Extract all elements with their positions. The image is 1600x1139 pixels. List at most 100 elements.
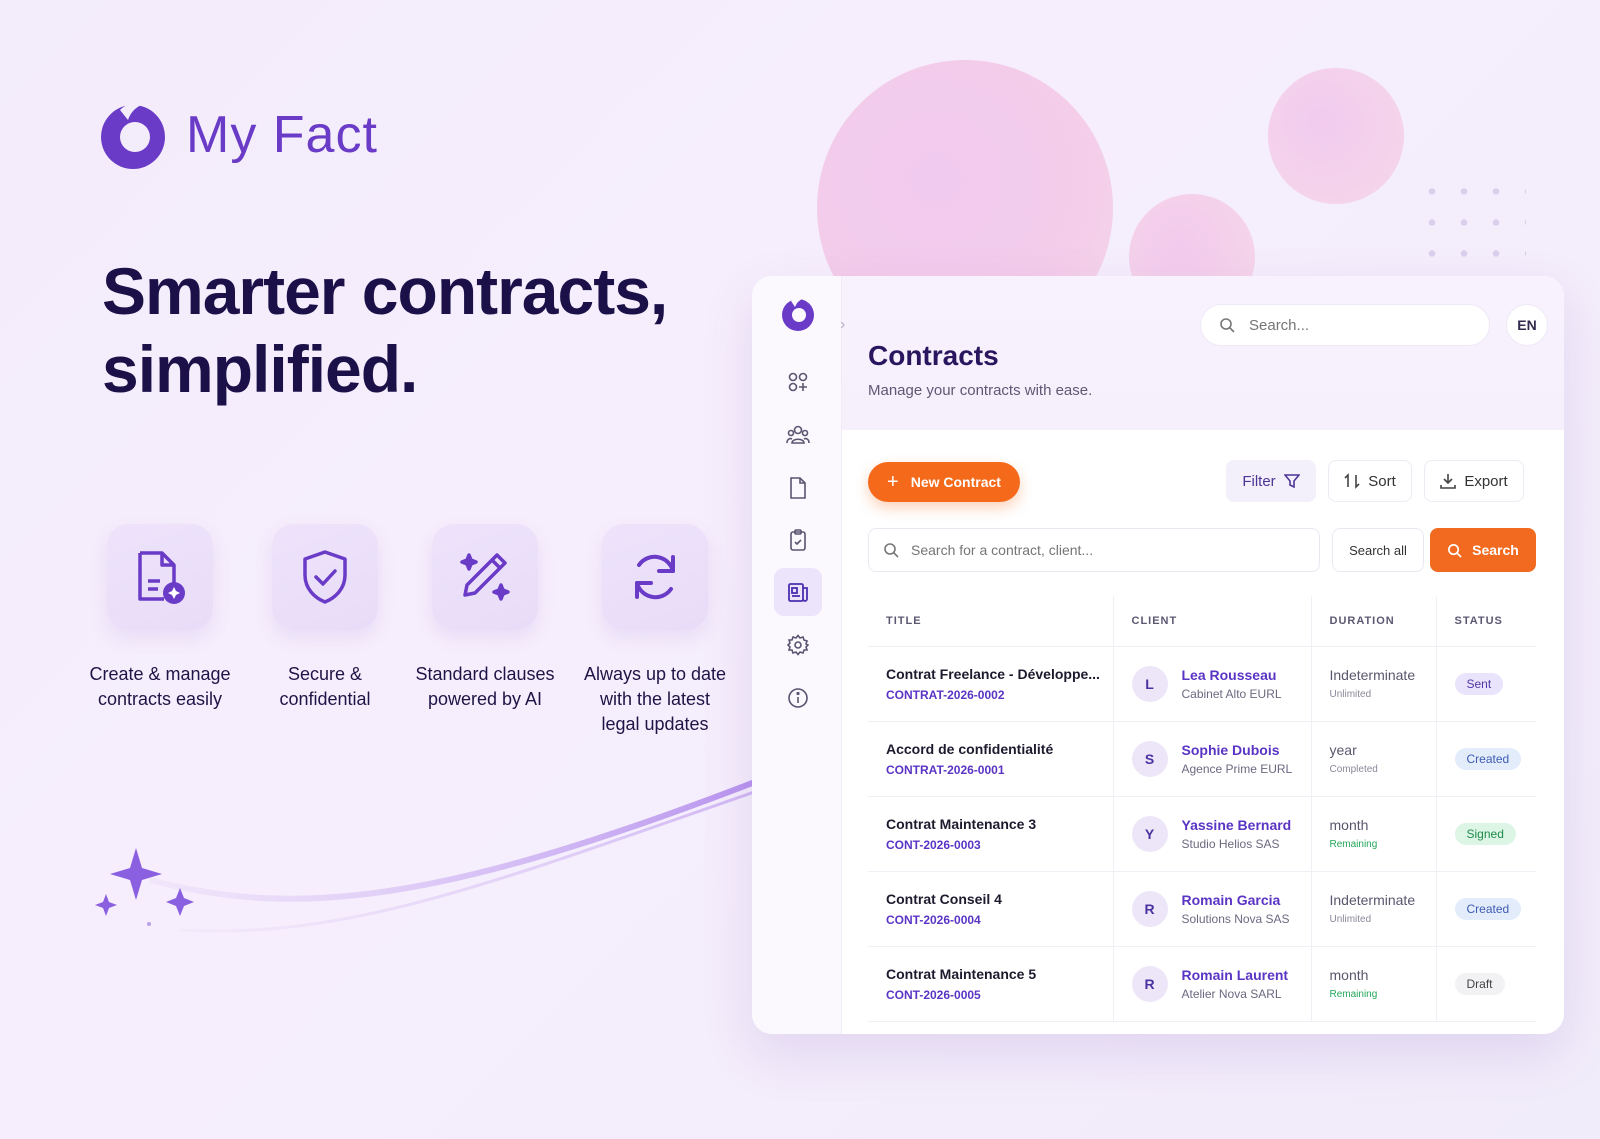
client-name[interactable]: Sophie Dubois [1182, 742, 1293, 758]
status-badge: Draft [1454, 972, 1505, 995]
sidebar-item-clients[interactable] [774, 411, 822, 459]
client-name[interactable]: Romain Laurent [1182, 967, 1289, 983]
feature-secure: Secure & confidential [240, 524, 410, 712]
brand: My Fact [98, 100, 378, 170]
contract-reference: CONT-2026-0004 [886, 912, 981, 927]
duration-detail: Remaining [1329, 989, 1378, 1000]
duration-value: Indeterminate [1329, 667, 1416, 683]
feature-ai: Standard clauses powered by AI [400, 524, 570, 712]
language-switcher[interactable]: EN [1506, 304, 1548, 346]
feature-label-line: Create & manage [89, 664, 231, 684]
cell-client: L Lea Rousseau Cabinet Alto EURL [1112, 646, 1311, 722]
page-subtitle: Manage your contracts with ease. [868, 382, 1093, 399]
app-logo-icon[interactable] [780, 296, 816, 332]
column-header-status[interactable]: STATUS [1435, 596, 1536, 647]
global-search[interactable] [1200, 304, 1490, 346]
table-row[interactable]: Contrat Freelance - Développe... CONTRAT-… [868, 646, 1536, 722]
search-icon [1448, 543, 1462, 558]
client-name[interactable]: Romain Garcia [1182, 892, 1290, 908]
client-company: Solutions Nova SAS [1181, 911, 1290, 926]
feature-label-line: contracts easily [97, 689, 223, 709]
client-name[interactable]: Yassine Bernard [1182, 817, 1292, 833]
export-label: Export [1464, 472, 1508, 490]
cell-duration: Indeterminate Unlimited [1310, 871, 1436, 947]
duration-value: month [1329, 817, 1369, 833]
global-search-input[interactable] [1249, 316, 1449, 334]
decor-dots [1416, 176, 1526, 276]
feature-label-line: confidential [279, 689, 371, 709]
status-badge: Created [1454, 897, 1522, 920]
feature-label-line: Always up to date [583, 664, 727, 684]
status-badge: Signed [1454, 822, 1516, 845]
brand-name: My Fact [186, 106, 378, 164]
avatar: L [1131, 665, 1168, 702]
table-row[interactable]: Contrat Maintenance 3 CONT-2026-0003 Y Yass… [868, 796, 1536, 872]
duration-detail: Unlimited [1329, 914, 1372, 925]
dashboard-icon [788, 372, 808, 392]
app-window: › EN Contracts Manage your contracts wit… [752, 276, 1564, 1034]
hero-line-2: simplified. [102, 332, 418, 406]
duration-value: month [1329, 967, 1369, 983]
search-button[interactable]: Search [1430, 528, 1536, 572]
hero-line-1: Smarter contracts, [102, 254, 668, 328]
document-icon [790, 477, 806, 499]
column-header-client[interactable]: CLIENT [1112, 596, 1311, 647]
contract-title[interactable]: Contrat Maintenance 5 [886, 966, 1113, 982]
duration-detail: Completed [1329, 764, 1378, 775]
duration-detail: Remaining [1329, 839, 1378, 850]
contract-title[interactable]: Accord de confidentialité [886, 741, 1113, 757]
sidebar-item-dashboard[interactable] [774, 358, 822, 406]
filter-icon [1283, 474, 1300, 489]
column-header-title[interactable]: TITLE [868, 596, 1113, 647]
download-icon [1440, 474, 1457, 489]
feature-create: Create & manage contracts easily [75, 524, 245, 712]
clipboard-icon [790, 529, 806, 551]
sort-label: Sort [1368, 472, 1396, 490]
search-all-button[interactable]: Search all [1332, 528, 1424, 572]
cell-duration: month Remaining [1310, 946, 1436, 1022]
filter-button[interactable]: Filter [1226, 460, 1316, 502]
sort-button[interactable]: Sort [1328, 460, 1412, 502]
cell-duration: Indeterminate Unlimited [1310, 646, 1436, 722]
client-company: Agence Prime EURL [1181, 761, 1293, 776]
sidebar-item-settings[interactable] [774, 621, 822, 669]
feature-label-line: powered by AI [427, 689, 543, 709]
cell-duration: year Completed [1310, 721, 1436, 797]
export-button[interactable]: Export [1424, 460, 1524, 502]
search-icon [884, 543, 899, 558]
cell-duration: month Remaining [1310, 796, 1436, 872]
filter-label: Filter [1242, 472, 1276, 490]
contract-reference: CONTRAT-2026-0002 [886, 687, 1005, 702]
sidebar-item-contracts[interactable] [774, 568, 822, 616]
column-header-duration[interactable]: DURATION [1310, 596, 1436, 647]
sidebar-item-tasks[interactable] [774, 516, 822, 564]
chevron-right-icon[interactable]: › [840, 316, 845, 334]
client-name[interactable]: Lea Rousseau [1182, 667, 1282, 683]
contract-reference: CONTRAT-2026-0001 [886, 762, 1005, 777]
cell-title: Contrat Conseil 4 CONT-2026-0004 [868, 871, 1113, 947]
sort-icon [1344, 473, 1360, 489]
sidebar [752, 276, 842, 1034]
sidebar-item-info[interactable] [774, 674, 822, 722]
contract-title[interactable]: Contrat Maintenance 3 [886, 816, 1113, 832]
table-row[interactable]: Contrat Conseil 4 CONT-2026-0004 R Romain G… [868, 871, 1536, 947]
decor-circle [1268, 68, 1404, 204]
new-contract-button[interactable]: + New Contract [868, 462, 1020, 502]
avatar: Y [1131, 815, 1168, 852]
contract-search-input[interactable] [911, 542, 1291, 558]
document-add-icon [107, 524, 213, 630]
avatar: R [1131, 965, 1168, 1002]
contract-reference: CONT-2026-0005 [886, 987, 981, 1002]
settings-icon [787, 634, 809, 656]
contract-title[interactable]: Contrat Freelance - Développe... [886, 666, 1113, 682]
sidebar-item-documents[interactable] [774, 464, 822, 512]
shield-check-icon [272, 524, 378, 630]
table-row[interactable]: Accord de confidentialité CONTRAT-2026-00… [868, 721, 1536, 797]
cell-client: R Romain Laurent Atelier Nova SARL [1112, 946, 1311, 1022]
contract-search[interactable] [868, 528, 1320, 572]
page-title: Contracts [868, 340, 999, 371]
table-row[interactable]: Contrat Maintenance 5 CONT-2026-0005 R Roma… [868, 946, 1536, 1022]
cell-client: Y Yassine Bernard Studio Helios SAS [1112, 796, 1311, 872]
contract-title[interactable]: Contrat Conseil 4 [886, 891, 1113, 907]
feature-updates: Always up to date with the latest legal … [570, 524, 740, 737]
